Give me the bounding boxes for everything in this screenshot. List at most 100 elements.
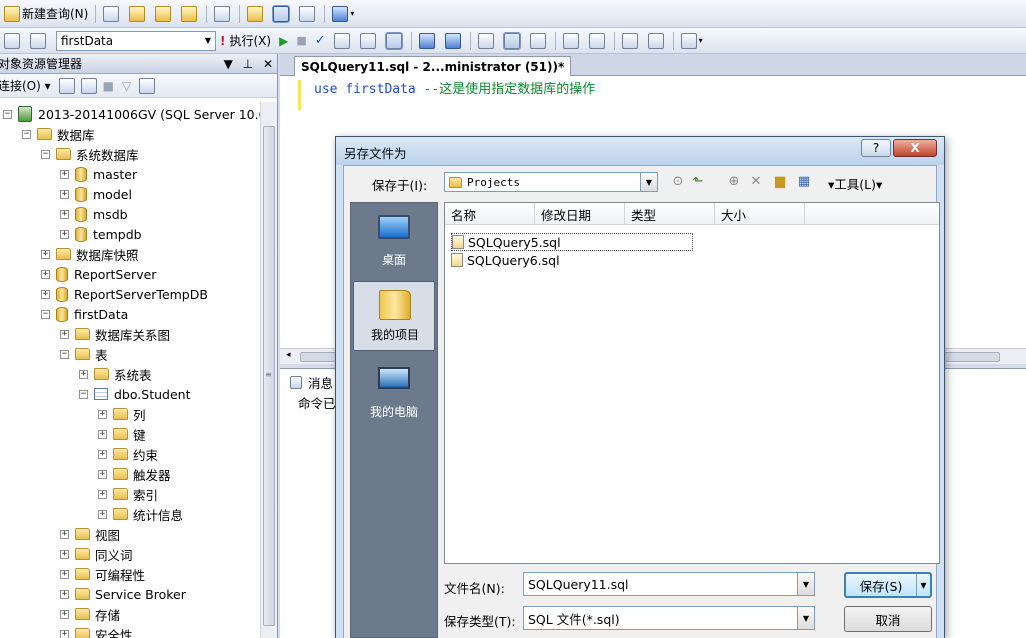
delete-icon[interactable]: ✕ [748, 174, 764, 190]
results-to-button[interactable] [383, 30, 407, 52]
back-icon[interactable]: ⊙ [670, 174, 686, 190]
mdx-query-button[interactable] [126, 3, 150, 25]
tree-node[interactable]: + 安全性 [60, 624, 133, 638]
collapse-icon[interactable]: − [60, 349, 69, 359]
xmla-query-button[interactable] [178, 3, 202, 25]
parse-button[interactable]: ✓ [312, 30, 329, 52]
tree-node[interactable]: + 存储 [60, 604, 120, 624]
expand-icon[interactable]: + [60, 169, 69, 179]
tree-node[interactable]: + master [60, 164, 137, 184]
tree-node[interactable]: + 数据库快照 [41, 244, 139, 264]
expand-icon[interactable]: + [60, 229, 69, 239]
expand-icon[interactable]: + [60, 609, 69, 619]
filetype-select[interactable]: SQL 文件(*.sql) ▼ [523, 606, 815, 630]
expand-icon[interactable]: + [98, 429, 107, 439]
place-my-computer[interactable]: 我的电脑 [353, 359, 435, 429]
disconnect-server-icon[interactable] [80, 77, 97, 94]
tree-node[interactable]: − dbo.Student [79, 384, 190, 404]
expand-icon[interactable]: + [60, 329, 69, 339]
pin-icon[interactable]: ⊥ [243, 57, 253, 71]
disconnect-button[interactable] [27, 30, 51, 52]
tree-node[interactable]: + model [60, 184, 132, 204]
decrease-indent-button[interactable] [619, 30, 643, 52]
expand-icon[interactable]: + [60, 549, 69, 559]
include-plan-button[interactable] [416, 30, 440, 52]
tree-node[interactable]: + 统计信息 [98, 504, 183, 524]
save-dialog-button[interactable]: 保存(S) ▼ [844, 572, 932, 598]
results-grid-button[interactable] [501, 30, 525, 52]
column-type[interactable]: 类型 [625, 203, 715, 225]
tree-node[interactable]: + 约束 [98, 444, 158, 464]
dmx-query-button[interactable] [152, 3, 176, 25]
filename-input[interactable]: SQLQuery11.sql ▼ [523, 572, 815, 596]
file-list[interactable]: 名称 修改日期 类型 大小 SQLQuery5.sql SQLQuery6.sq… [444, 202, 940, 564]
specify-values-button[interactable]: ▾ [678, 30, 706, 52]
expand-icon[interactable]: + [60, 629, 69, 638]
close-icon[interactable]: ✕ [263, 57, 273, 71]
expand-icon[interactable]: + [98, 489, 107, 499]
expand-icon[interactable]: + [79, 369, 88, 379]
column-name[interactable]: 名称 [445, 203, 535, 225]
tree-node[interactable]: + 索引 [98, 484, 158, 504]
collapse-icon[interactable]: − [22, 129, 31, 139]
expand-icon[interactable]: + [41, 269, 50, 279]
close-button[interactable]: X [893, 139, 937, 157]
new-query-button[interactable]: 新建查询(N) [1, 3, 91, 25]
tree-node[interactable]: − firstData [41, 304, 128, 324]
column-modified[interactable]: 修改日期 [535, 203, 625, 225]
save-in-select[interactable]: Projects ▼ [444, 172, 658, 192]
connect-server-icon[interactable] [58, 77, 75, 94]
refresh-icon[interactable] [139, 77, 156, 94]
filter-icon[interactable]: ▽ [122, 79, 131, 93]
file-item[interactable]: SQLQuery5.sql [451, 233, 693, 251]
tree-node[interactable]: + ReportServerTempDB [41, 284, 208, 304]
column-size[interactable]: 大小 [715, 203, 805, 225]
database-select[interactable]: firstData ▼ [56, 30, 216, 51]
chevron-down-icon[interactable]: ▼ [916, 574, 930, 596]
file-item[interactable]: SQLQuery6.sql [451, 251, 560, 269]
tree-node[interactable]: − 数据库 [22, 124, 95, 144]
save-button[interactable] [270, 3, 294, 25]
new-folder-icon[interactable]: ▆ [772, 174, 788, 190]
collapse-icon[interactable]: − [79, 389, 88, 399]
results-file-button[interactable] [527, 30, 551, 52]
tree-node[interactable]: + ReportServer [41, 264, 156, 284]
stop-icon[interactable]: ■ [103, 79, 114, 93]
tree-node[interactable]: + 同义词 [60, 544, 133, 564]
dialog-titlebar[interactable]: 另存文件为 ? X [336, 137, 944, 165]
collapse-icon[interactable]: − [41, 309, 50, 319]
activity-monitor-button[interactable]: ▾ [329, 3, 357, 25]
new-file-button[interactable] [100, 3, 124, 25]
expand-icon[interactable]: + [98, 449, 107, 459]
tree-node[interactable]: + 可编程性 [60, 564, 145, 584]
tab-messages[interactable]: 消息 [290, 373, 333, 392]
cancel-execution-button[interactable]: ■ [293, 30, 309, 52]
open-file-button[interactable] [244, 3, 268, 25]
query-designer-button[interactable] [357, 30, 381, 52]
tree-node[interactable]: + 列 [98, 404, 146, 424]
cancel-button[interactable]: 取消 [844, 606, 932, 632]
results-text-button[interactable] [475, 30, 499, 52]
expand-icon[interactable]: + [60, 189, 69, 199]
expand-icon[interactable]: + [60, 569, 69, 579]
tree-node[interactable]: + msdb [60, 204, 128, 224]
display-plan-button[interactable] [331, 30, 355, 52]
expand-icon[interactable]: + [98, 469, 107, 479]
expand-icon[interactable]: + [60, 529, 69, 539]
expand-icon[interactable]: + [60, 209, 69, 219]
print-button[interactable] [296, 3, 320, 25]
new-project-button[interactable] [211, 3, 235, 25]
place-my-projects[interactable]: 我的项目 [353, 281, 435, 351]
tab-sqlquery11[interactable]: SQLQuery11.sql - 2...ministrator (51))* [294, 56, 572, 76]
place-desktop[interactable]: 桌面 [353, 207, 435, 277]
views-icon[interactable]: ▦ [796, 174, 812, 190]
client-stats-button[interactable] [442, 30, 466, 52]
up-folder-icon[interactable]: ⬑ [690, 174, 706, 190]
tools-menu[interactable]: ▾工具(L)▾ [828, 174, 882, 193]
expand-icon[interactable]: + [60, 589, 69, 599]
expand-icon[interactable]: + [41, 289, 50, 299]
uncomment-button[interactable] [586, 30, 610, 52]
tree-node[interactable]: + 系统表 [79, 364, 152, 384]
tree-node[interactable]: + Service Broker [60, 584, 186, 604]
connect-button[interactable] [1, 30, 25, 52]
